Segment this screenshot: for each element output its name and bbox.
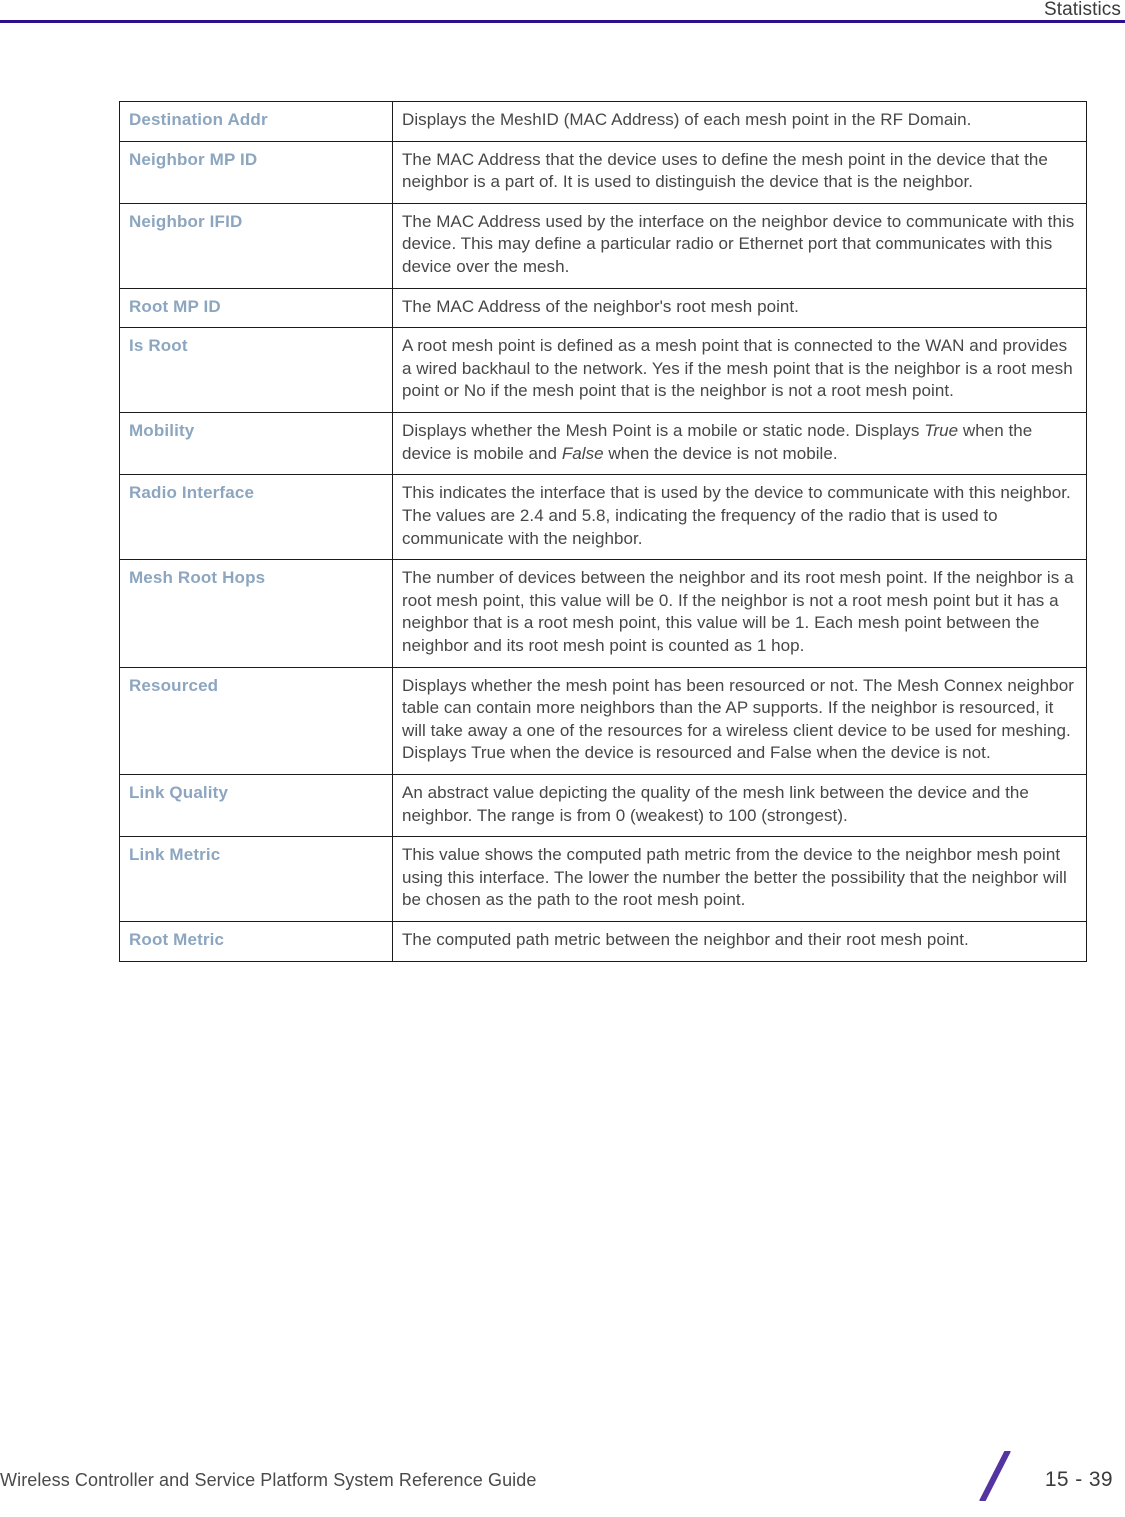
field-description-cell: The computed path metric between the nei… [392,921,1087,962]
table-row: Root Metric The computed path metric betw… [119,921,1087,962]
field-name-cell: Is Root [119,327,393,414]
field-description-cell: Displays the MeshID (MAC Address) of eac… [392,101,1087,142]
field-name-cell: Link Quality [119,774,393,838]
field-name-cell: Resourced [119,666,393,776]
field-name-cell: Root Metric [119,921,393,962]
table-row: Mobility Displays whether the Mesh Point … [119,412,1087,476]
table-row: Link Metric This value shows the computed… [119,836,1087,923]
table-row: Root MP ID The MAC Address of the neighbo… [119,287,1087,329]
field-name-cell: Root MP ID [119,287,393,329]
table-row: Link Quality An abstract value depicting … [119,774,1087,838]
table-row: Neighbor MP ID The MAC Address that the d… [119,140,1087,204]
plain-text: Displays whether the Mesh Point is a mob… [402,421,925,441]
mesh-point-neighbor-field-table: Destination Addr Displays the MeshID (MAC… [119,101,1087,962]
field-name-cell: Neighbor MP ID [119,140,393,204]
field-description-cell: The number of devices between the neighb… [392,559,1087,668]
field-name-cell: Link Metric [119,836,393,923]
table-row: Radio Interface This indicates the interf… [119,474,1087,561]
page-header-title: Statistics [1043,0,1121,20]
emphasized-text: False [561,443,604,463]
field-description-cell: Displays whether the Mesh Point is a mob… [392,412,1087,476]
page-footer: Wireless Controller and Service Platform… [0,1451,1125,1501]
field-description-cell: The MAC Address used by the interface on… [392,202,1087,289]
field-name-cell: Mobility [119,412,393,476]
field-description-cell: The MAC Address that the device uses to … [392,140,1087,204]
field-description-cell: This indicates the interface that is use… [392,474,1087,561]
field-name-cell: Radio Interface [119,474,393,561]
field-description-cell: The MAC Address of the neighbor's root m… [392,287,1087,329]
field-description-cell: This value shows the computed path metri… [392,836,1087,923]
field-description-cell: An abstract value depicting the quality … [392,774,1087,838]
emphasized-text: True [924,421,959,441]
field-description-cell: Displays whether the mesh point has been… [392,666,1087,776]
field-name-cell: Neighbor IFID [119,202,393,289]
footer-page-number: 15 - 39 [1044,1468,1113,1491]
table-row: Mesh Root Hops The number of devices betw… [119,559,1087,668]
table-row: Is Root A root mesh point is defined as a… [119,327,1087,414]
table-row: Neighbor IFID The MAC Address used by the… [119,202,1087,289]
slash-decoration-icon [976,1451,1020,1501]
field-description-cell: A root mesh point is defined as a mesh p… [392,327,1087,414]
header-rule-divider [0,20,1125,23]
footer-guide-title: Wireless Controller and Service Platform… [0,1470,537,1490]
table-row: Resourced Displays whether the mesh point… [119,666,1087,776]
table-body: Destination Addr Displays the MeshID (MAC… [119,101,1087,962]
field-name-cell: Destination Addr [119,101,393,142]
field-name-cell: Mesh Root Hops [119,559,393,668]
plain-text: when the device is not mobile. [603,443,838,463]
table-row: Destination Addr Displays the MeshID (MAC… [119,101,1087,142]
